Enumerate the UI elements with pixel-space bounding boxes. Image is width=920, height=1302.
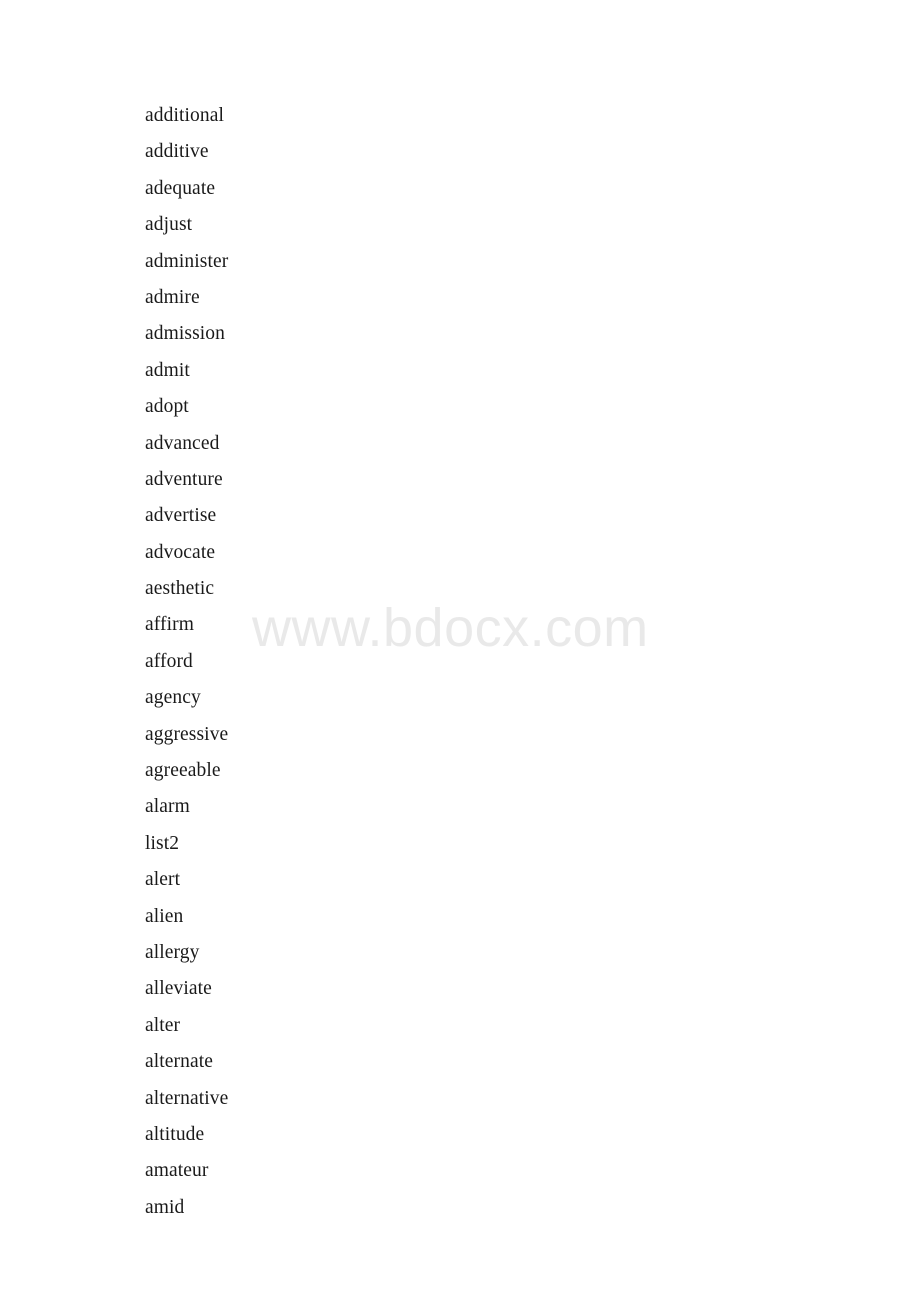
list-item: admire (145, 286, 200, 308)
list-item: aggressive (145, 723, 229, 745)
list-item: administer (145, 250, 229, 272)
list-item: adventure (145, 468, 223, 490)
list-item: advanced (145, 432, 220, 454)
list-item: admit (145, 359, 190, 381)
list-item: afford (145, 650, 193, 672)
list-item: altitude (145, 1123, 205, 1145)
list-item: aesthetic (145, 578, 215, 600)
list-item: adopt (145, 396, 189, 418)
vocabulary-word-list: additional additive adequate adjust administ… (145, 105, 665, 1233)
list-item: agreeable (145, 760, 221, 782)
list-item: list2 (145, 832, 180, 854)
list-item: alter (145, 1014, 181, 1036)
list-item: alarm (145, 796, 190, 818)
list-item: advertise (145, 505, 217, 527)
list-item: amid (145, 1196, 185, 1218)
list-item: alert (145, 869, 181, 891)
list-item: adequate (145, 177, 216, 199)
list-item: agency (145, 687, 201, 709)
list-item: alleviate (145, 978, 212, 1000)
list-item: advocate (145, 541, 216, 563)
list-item: additive (145, 141, 209, 163)
list-item: amateur (145, 1160, 209, 1182)
list-item: additional (145, 105, 224, 126)
list-item: admission (145, 323, 225, 345)
list-item: alien (145, 905, 184, 927)
document-page: www.bdocx.com additional additive adequate… (0, 0, 920, 1302)
list-item: alternate (145, 1051, 214, 1073)
list-item: alternative (145, 1087, 229, 1109)
list-item: affirm (145, 614, 194, 636)
list-item: adjust (145, 214, 193, 236)
list-item: allergy (145, 941, 200, 963)
